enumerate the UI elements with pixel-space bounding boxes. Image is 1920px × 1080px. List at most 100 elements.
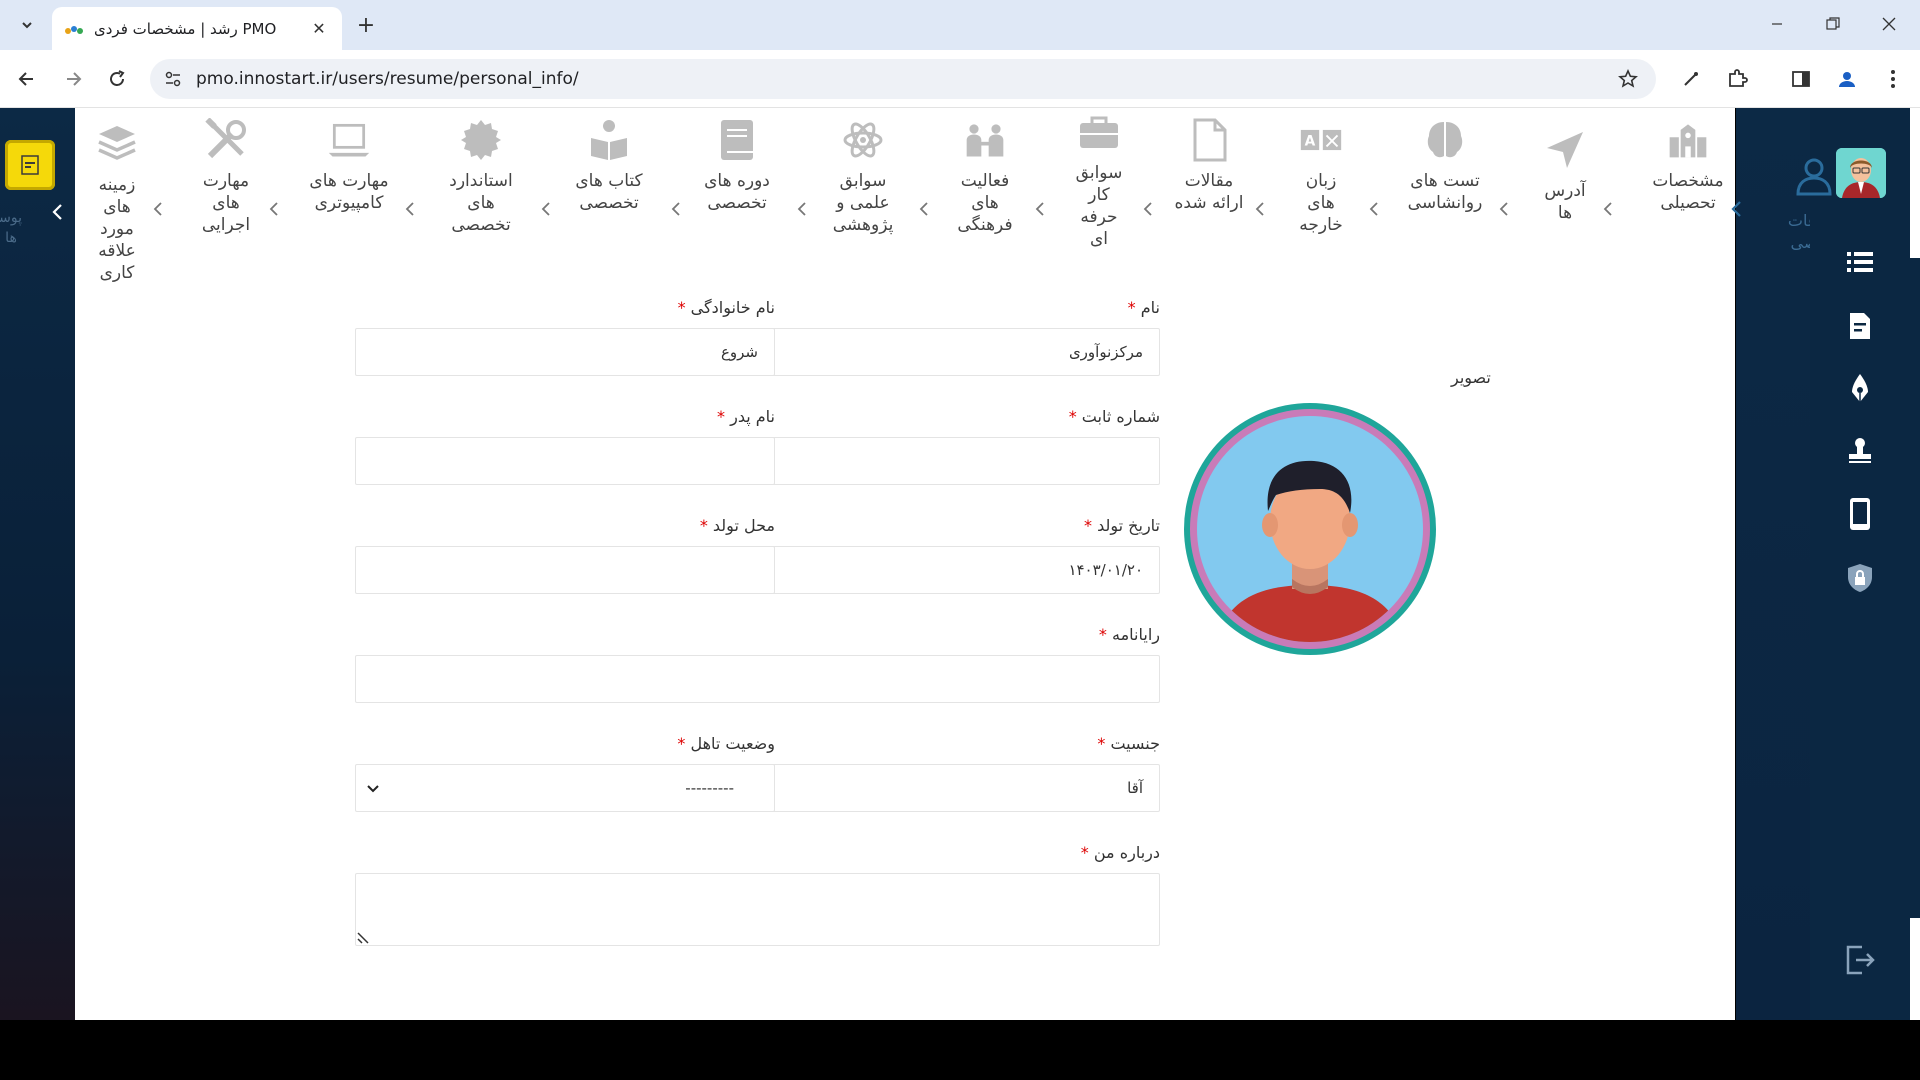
gender-label-text: جنسیت (1110, 734, 1160, 753)
step-work-history[interactable]: سوابق کار حرفه ای (1049, 110, 1149, 250)
menu-kebab-icon[interactable] (1878, 64, 1908, 94)
first-name-input[interactable]: مرکزنوآوری (740, 328, 1160, 376)
step-label: زمینه های مورد علاقه کاری (98, 175, 136, 283)
browser-tab[interactable]: رشد | مشخصات فردی PMO ✕ (52, 7, 342, 50)
extension-pen-icon[interactable] (1676, 64, 1706, 94)
last-name-input[interactable]: شروع (355, 328, 775, 376)
new-tab-button[interactable]: + (353, 12, 379, 38)
back-button[interactable] (12, 64, 42, 94)
tab-list-button[interactable] (14, 12, 40, 38)
step-languages[interactable]: A زبان های خارجه (1271, 118, 1371, 236)
step-education[interactable]: مشخصات تحصیلی (1638, 118, 1735, 214)
step-addresses[interactable]: آدرس ها (1515, 128, 1615, 224)
step-label: سوابق کار حرفه ای (1075, 163, 1123, 249)
left-faint-text: پوسـ ها (0, 210, 22, 246)
step-chevron-icon (665, 198, 687, 220)
minimize-button[interactable] (1754, 8, 1800, 40)
restore-icon (1826, 17, 1840, 30)
step-research[interactable]: سوابق علمی و پژوهشی (813, 118, 913, 236)
step-chevron-icon (399, 198, 421, 220)
email-input[interactable] (355, 655, 1160, 703)
father-name-input[interactable] (355, 437, 775, 485)
last-name-label: نام خانوادگی * (575, 298, 775, 317)
step-label: مهارت های کامپیوتری (309, 171, 389, 213)
profile-icon[interactable] (1832, 64, 1862, 94)
restore-button[interactable] (1810, 8, 1856, 40)
mobile-icon[interactable] (1838, 492, 1882, 536)
birth-place-input[interactable] (355, 546, 775, 594)
step-courses[interactable]: دوره های تخصصی (687, 118, 787, 214)
address-bar[interactable]: pmo.innostart.ir/users/resume/personal_i… (150, 59, 1656, 99)
close-tab-icon[interactable]: ✕ (308, 18, 330, 40)
arrow-left-icon (18, 72, 33, 86)
step-label: زبان های خارجه (1299, 171, 1343, 235)
list-icon[interactable] (1838, 240, 1882, 284)
building-icon (1666, 118, 1710, 162)
father-name-label: نام پدر * (575, 407, 775, 426)
step-computer-skills[interactable]: مهارت های کامپیوتری (299, 118, 399, 214)
tab-title: رشد | مشخصات فردی PMO (94, 19, 277, 38)
left-panel-chevron-icon[interactable] (46, 200, 70, 224)
user-avatar[interactable] (1836, 148, 1886, 198)
site-favicon-icon (64, 22, 84, 36)
step-cultural[interactable]: فعالیت های فرهنگی (935, 118, 1035, 236)
lock-shield-icon[interactable] (1838, 556, 1882, 600)
birth-place-label-text: محل تولد (712, 516, 775, 535)
web-page: پوسـ ها اطلاعات شخصی مشخصات تحصیلی (0, 108, 1920, 1020)
stamp-icon[interactable] (1838, 428, 1882, 472)
step-articles[interactable]: مقالات ارائه شده (1159, 118, 1259, 214)
marital-select-value: --------- (685, 779, 734, 797)
layers-icon (95, 122, 139, 166)
book-icon (715, 118, 759, 162)
pen-nib-icon[interactable] (1838, 366, 1882, 410)
sticky-note-icon[interactable] (5, 140, 55, 190)
phone-label-text: شماره ثابت (1081, 407, 1160, 426)
tools-icon (204, 118, 248, 162)
bookmark-star-icon[interactable] (1614, 65, 1642, 93)
gender-select[interactable]: آقا (740, 764, 1160, 812)
birth-date-label: تاریخ تولد * (960, 516, 1160, 535)
reload-button[interactable] (102, 64, 132, 94)
birth-date-input[interactable]: ۱۴۰۳/۰۱/۲۰ (740, 546, 1160, 594)
required-mark: * (699, 516, 708, 535)
birth-date-label-text: تاریخ تولد (1097, 516, 1160, 535)
required-mark: * (677, 298, 686, 317)
required-mark: * (1080, 843, 1089, 862)
resume-steps-bar: مشخصات تحصیلی آدرس ها تست های روانشاسی A… (75, 108, 1735, 308)
close-window-button[interactable] (1866, 8, 1912, 40)
arrow-right-icon (67, 72, 82, 86)
photo-label: تصویر (1451, 368, 1491, 387)
chevron-down-icon (367, 785, 379, 793)
about-textarea[interactable] (355, 873, 1160, 946)
logout-icon[interactable] (1838, 938, 1882, 982)
step-executive-skills[interactable]: مهارت های اجرایی (176, 118, 276, 236)
forward-button[interactable] (58, 64, 88, 94)
about-label: درباره من * (960, 843, 1160, 862)
step-standards[interactable]: استاندارد های تخصصی (431, 118, 531, 236)
right-panel-chevron-icon[interactable] (1728, 200, 1746, 222)
required-mark: * (1068, 407, 1077, 426)
profile-photo[interactable] (1184, 403, 1436, 655)
required-mark: * (1127, 298, 1136, 317)
step-chevron-icon (913, 198, 935, 220)
document-icon (1187, 118, 1231, 162)
about-label-text: درباره من (1093, 843, 1160, 862)
side-panel-icon[interactable] (1786, 64, 1816, 94)
extensions-puzzle-icon[interactable] (1722, 64, 1752, 94)
marital-select[interactable]: --------- (355, 764, 775, 812)
step-label: کتاب های تخصصی (575, 171, 643, 213)
phone-input[interactable] (740, 437, 1160, 485)
scrollbar-track[interactable] (1910, 258, 1920, 918)
resume-document-icon[interactable] (1838, 304, 1882, 348)
site-info-icon[interactable] (158, 64, 188, 94)
father-name-label-text: نام پدر (730, 407, 775, 426)
resize-handle-icon[interactable] (356, 931, 370, 945)
step-psych-tests[interactable]: تست های روانشاسی (1395, 118, 1495, 214)
main-content: مشخصات تحصیلی آدرس ها تست های روانشاسی A… (75, 108, 1735, 1020)
step-chevron-icon (535, 198, 557, 220)
marital-label: وضعیت تاهل * (575, 734, 775, 753)
translate-icon: A (1299, 118, 1343, 162)
step-interests[interactable]: زمینه های مورد علاقه کاری (82, 122, 152, 284)
step-label: سوابق علمی و پژوهشی (832, 171, 894, 235)
step-books[interactable]: کتاب های تخصصی (559, 118, 659, 214)
